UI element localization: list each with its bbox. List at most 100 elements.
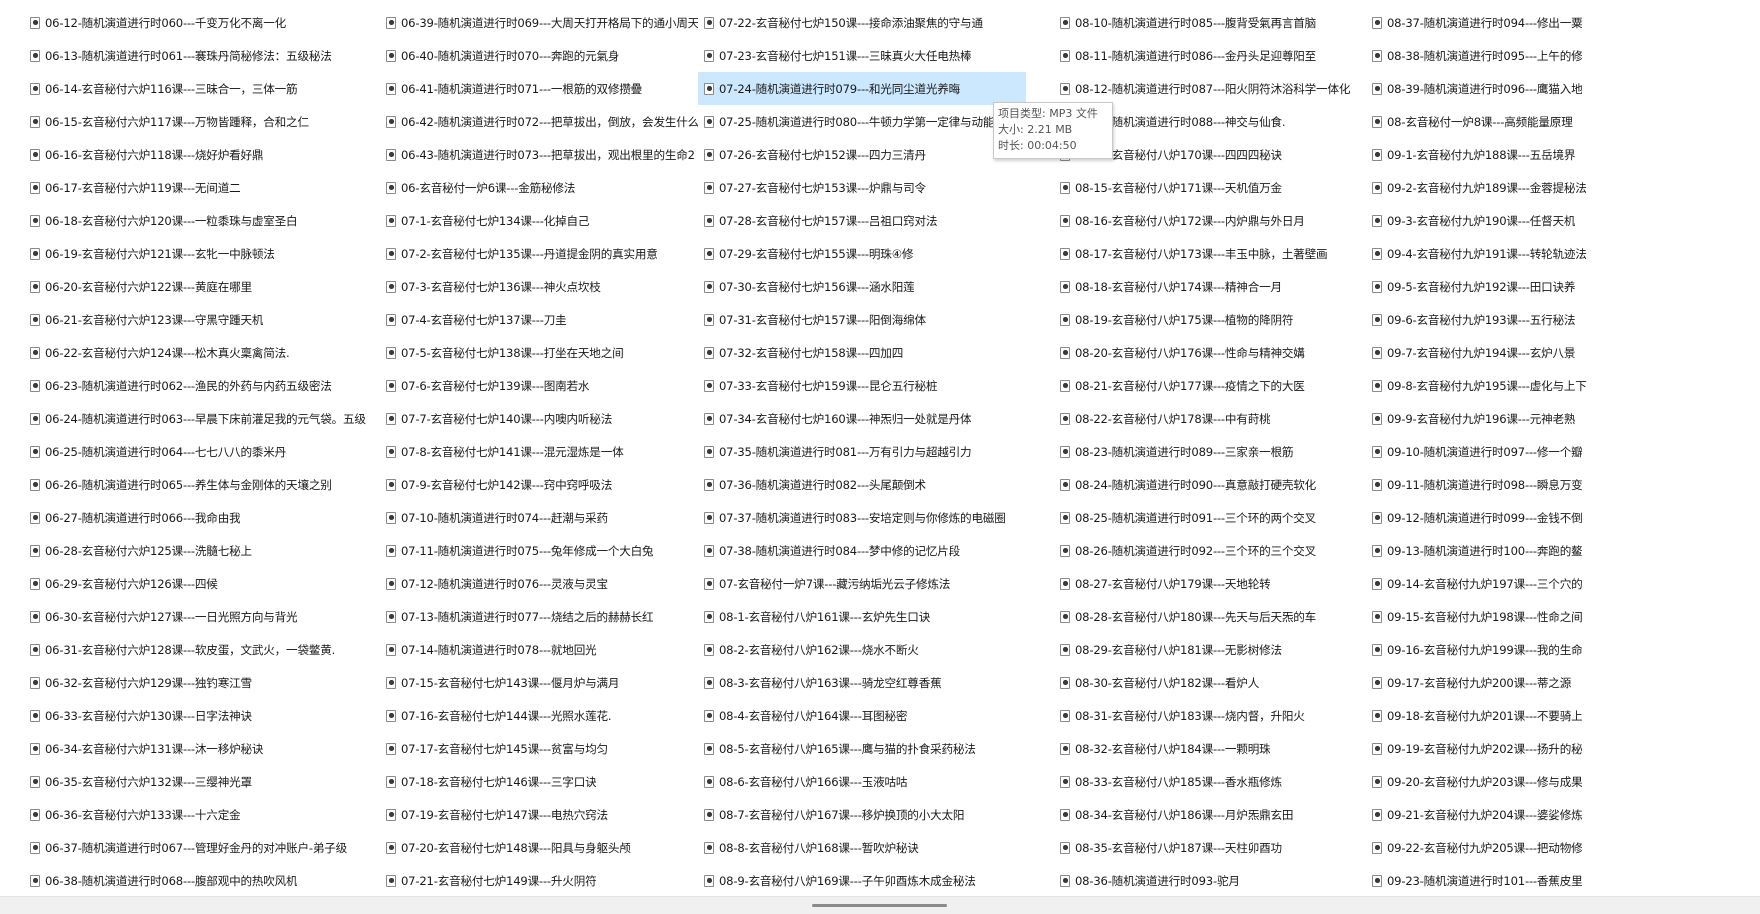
file-item[interactable]: 08-23-随机演道进行时089---三家亲一根筋	[1054, 435, 1364, 468]
file-item[interactable]: 08-17-玄音秘付八炉173课---丰玉中脉，土著壁画	[1054, 237, 1364, 270]
file-item[interactable]: 06-37-随机演道进行时067---管理好金丹的对冲账户-弟子级	[24, 831, 380, 864]
file-item[interactable]: 06-15-玄音秘付六炉117课---万物皆踵释，合和之仁	[24, 105, 380, 138]
file-item[interactable]: 09-2-玄音秘付九炉189课---金蓉提秘法	[1366, 171, 1760, 204]
file-item[interactable]: 08-7-玄音秘付八炉167课---移炉换顶的小大太阳	[698, 798, 1026, 831]
file-item[interactable]: 08-29-玄音秘付八炉181课---无影树修法	[1054, 633, 1364, 666]
file-item[interactable]: 06-41-随机演道进行时071---一根筋的双修攒疊	[380, 72, 698, 105]
file-item[interactable]: 07-11-随机演道进行时075---兔年修成一个大白兔	[380, 534, 698, 567]
scrollbar-thumb[interactable]	[812, 904, 947, 907]
file-item[interactable]: 08-19-玄音秘付八炉175课---植物的降阴符	[1054, 303, 1364, 336]
file-item[interactable]: 08-25-随机演道进行时091---三个环的两个交叉	[1054, 501, 1364, 534]
file-item[interactable]: 09-7-玄音秘付九炉194课---玄炉八景	[1366, 336, 1760, 369]
file-item[interactable]: 09-10-随机演道进行时097---修一个瓣	[1366, 435, 1760, 468]
file-item[interactable]: 06-39-随机演道进行时069---大周天打开格局下的通小周天	[380, 6, 698, 39]
file-item[interactable]: 08-3-玄音秘付八炉163课---骑龙空红尊香蕉	[698, 666, 1026, 699]
file-item[interactable]: 06-42-随机演道进行时072---把草拔出，倒放，会发生什么1	[380, 105, 698, 138]
file-item[interactable]: 09-9-玄音秘付九炉196课---元神老熟	[1366, 402, 1760, 435]
file-item[interactable]: 08-5-玄音秘付八炉165课---鹰与猫的扑食采药秘法	[698, 732, 1026, 765]
file-item[interactable]: 06-26-随机演道进行时065---养生体与金刚体的天壤之别	[24, 468, 380, 501]
file-item[interactable]: 09-14-玄音秘付九炉197课---三个穴的	[1366, 567, 1760, 600]
file-item[interactable]: 07-14-随机演道进行时078---就地回光	[380, 633, 698, 666]
file-item[interactable]: 08-2-玄音秘付八炉162课---烧水不断火	[698, 633, 1026, 666]
file-item[interactable]: 06-32-玄音秘付六炉129课---独钓寒江雪	[24, 666, 380, 699]
file-item[interactable]: 07-18-玄音秘付七炉146课---三字口诀	[380, 765, 698, 798]
file-item[interactable]: 07-27-玄音秘付七炉153课---炉鼎与司令	[698, 171, 1026, 204]
file-item[interactable]: 07-6-玄音秘付七炉139课---图南若水	[380, 369, 698, 402]
file-item[interactable]: 06-20-玄音秘付六炉122课---黄庭在哪里	[24, 270, 380, 303]
file-item[interactable]: 06-21-玄音秘付六炉123课---守黑守踵天机	[24, 303, 380, 336]
file-item[interactable]: 08-1-玄音秘付八炉161课---玄炉先生口诀	[698, 600, 1026, 633]
file-item[interactable]: 09-20-玄音秘付九炉203课---修与成果	[1366, 765, 1760, 798]
file-item[interactable]: 08-12-随机演道进行时087---阳火阴符沐浴科学一体化	[1054, 72, 1364, 105]
file-item[interactable]: 06-12-随机演道进行时060---千变万化不离一化	[24, 6, 380, 39]
file-item[interactable]: 07-31-玄音秘付七炉157课---阳倒海绵体	[698, 303, 1026, 336]
file-item[interactable]: 08-26-随机演道进行时092---三个环的三个交叉	[1054, 534, 1364, 567]
horizontal-scrollbar[interactable]	[0, 896, 1760, 914]
file-item[interactable]: 07-21-玄音秘付七炉149课---升火阴符	[380, 864, 698, 896]
file-item[interactable]: 09-18-玄音秘付九炉201课---不要骑上	[1366, 699, 1760, 732]
file-item[interactable]: 08-31-玄音秘付八炉183课---烧内督，升阳火	[1054, 699, 1364, 732]
file-item[interactable]: 06-43-随机演道进行时073---把草拔出，观出根里的生命2	[380, 138, 698, 171]
file-item[interactable]: 08-32-玄音秘付八炉184课---一颗明珠	[1054, 732, 1364, 765]
file-item[interactable]: 09-6-玄音秘付九炉193课---五行秘法	[1366, 303, 1760, 336]
file-item[interactable]: 09-15-玄音秘付九炉198课---性命之间	[1366, 600, 1760, 633]
file-item[interactable]: 06-16-玄音秘付六炉118课---烧好炉看好鼎	[24, 138, 380, 171]
file-item[interactable]: 08-24-随机演道进行时090---真意敲打硬壳软化	[1054, 468, 1364, 501]
file-item[interactable]: 09-21-玄音秘付九炉204课---婆娑修炼	[1366, 798, 1760, 831]
file-item[interactable]: 07-9-玄音秘付七炉142课---窍中窍呼吸法	[380, 468, 698, 501]
file-item[interactable]: 09-1-玄音秘付九炉188课---五岳境界	[1366, 138, 1760, 171]
file-item[interactable]: 06-27-随机演道进行时066---我命由我	[24, 501, 380, 534]
file-item[interactable]: 06-22-玄音秘付六炉124课---松木真火稟禽简法.	[24, 336, 380, 369]
file-item[interactable]: 07-17-玄音秘付七炉145课---贫富与均匀	[380, 732, 698, 765]
file-item[interactable]: 06-24-随机演道进行时063---早晨下床前灌足我的元气袋。五级	[24, 402, 380, 435]
file-list-view[interactable]: 06-12-随机演道进行时060---千变万化不离一化 06-13-随机演道进行时…	[0, 0, 1760, 896]
file-item[interactable]: 08-21-玄音秘付八炉177课---疫情之下的大医	[1054, 369, 1364, 402]
file-item[interactable]: 09-8-玄音秘付九炉195课---虚化与上下	[1366, 369, 1760, 402]
file-item[interactable]: 07-20-玄音秘付七炉148课---阳具与身躯头颅	[380, 831, 698, 864]
file-item[interactable]: 09-4-玄音秘付九炉191课---转轮轨迹法	[1366, 237, 1760, 270]
file-item[interactable]: 07-25-随机演道进行时080---牛顿力学第一定律与动能	[698, 105, 1026, 138]
file-item[interactable]: 06-38-随机演道进行时068---腹部观中的热吹风机	[24, 864, 380, 896]
file-item[interactable]: 08-20-玄音秘付八炉176课---性命与精神交媾	[1054, 336, 1364, 369]
file-item[interactable]: 08-33-玄音秘付八炉185课---香水瓶修炼	[1054, 765, 1364, 798]
file-item[interactable]: 06-19-玄音秘付六炉121课---玄牝一中脉顿法	[24, 237, 380, 270]
file-item[interactable]: 06-17-玄音秘付六炉119课---无间道二	[24, 171, 380, 204]
file-item[interactable]: 06-29-玄音秘付六炉126课---四候	[24, 567, 380, 600]
file-item[interactable]: 06-33-玄音秘付六炉130课---日字法神诀	[24, 699, 380, 732]
file-item[interactable]: 06-玄音秘付一炉6课---金筋秘修法	[380, 171, 698, 204]
file-item[interactable]: 08-28-玄音秘付八炉180课---先天与后天炁的车	[1054, 600, 1364, 633]
file-item[interactable]: 07-29-玄音秘付七炉155课---明珠④修	[698, 237, 1026, 270]
file-item[interactable]: 09-3-玄音秘付九炉190课---任督天机	[1366, 204, 1760, 237]
file-item[interactable]: 08-16-玄音秘付八炉172课---内炉鼎与外日月	[1054, 204, 1364, 237]
file-item[interactable]: 08-36-随机演道进行时093-驼月	[1054, 864, 1364, 896]
file-item[interactable]: 06-13-随机演道进行时061---褰珠丹简秘修法：五级秘法	[24, 39, 380, 72]
file-item[interactable]: 07-2-玄音秘付七炉135课---丹道提金阴的真实用意	[380, 237, 698, 270]
file-item[interactable]: 08-22-玄音秘付八炉178课---中有莳桃	[1054, 402, 1364, 435]
file-item[interactable]: 06-23-随机演道进行时062---渔民的外药与内药五级密法	[24, 369, 380, 402]
file-item[interactable]: 07-24-随机演道进行时079---和光同尘道光养晦	[698, 72, 1026, 105]
file-item[interactable]: 08-18-玄音秘付八炉174课---精神合一月	[1054, 270, 1364, 303]
file-item[interactable]: 07-4-玄音秘付七炉137课---刀圭	[380, 303, 698, 336]
file-item[interactable]: 06-31-玄音秘付六炉128课---软皮蛋，文武火，一袋鳖黄.	[24, 633, 380, 666]
file-item[interactable]: 07-38-随机演道进行时084---梦中修的记忆片段	[698, 534, 1026, 567]
file-item[interactable]: 07-30-玄音秘付七炉156课---涵水阳莲	[698, 270, 1026, 303]
file-item[interactable]: 06-40-随机演道进行时070---奔跑的元氣身	[380, 39, 698, 72]
file-item[interactable]: 09-12-随机演道进行时099---金钱不倒	[1366, 501, 1760, 534]
file-item[interactable]: 07-22-玄音秘付七炉150课---接命添油聚焦的守与通	[698, 6, 1026, 39]
file-item[interactable]: 07-玄音秘付一炉7课---藏污纳垢光云子修炼法	[698, 567, 1026, 600]
file-item[interactable]: 06-34-玄音秘付六炉131课---沐一移炉秘诀	[24, 732, 380, 765]
file-item[interactable]: 09-19-玄音秘付九炉202课---扬升的秘	[1366, 732, 1760, 765]
file-item[interactable]: 08-34-玄音秘付八炉186课---月炉炁鼎玄田	[1054, 798, 1364, 831]
file-item[interactable]: 06-35-玄音秘付六炉132课---三缨神光罩	[24, 765, 380, 798]
file-item[interactable]: 08-38-随机演道进行时095---上午的修	[1366, 39, 1760, 72]
file-item[interactable]: 07-8-玄音秘付七炉141课---混元湿炼是一体	[380, 435, 698, 468]
file-item[interactable]: 07-34-玄音秘付七炉160课---神炁归一处就是丹体	[698, 402, 1026, 435]
file-item[interactable]: 08-37-随机演道进行时094---修出一粟	[1366, 6, 1760, 39]
file-item[interactable]: 09-17-玄音秘付九炉200课---蒂之源	[1366, 666, 1760, 699]
file-item[interactable]: 09-13-随机演道进行时100---奔跑的鳌	[1366, 534, 1760, 567]
file-item[interactable]: 08-11-随机演道进行时086---金丹头足迎尊阳至	[1054, 39, 1364, 72]
file-item[interactable]: 07-26-玄音秘付七炉152课---四力三清丹	[698, 138, 1026, 171]
file-item[interactable]: 06-28-玄音秘付六炉125课---洗髓七秘上	[24, 534, 380, 567]
file-item[interactable]: 06-14-玄音秘付六炉116课---三昧合一，三体一筋	[24, 72, 380, 105]
file-item[interactable]: 06-36-玄音秘付六炉133课---十六定金	[24, 798, 380, 831]
